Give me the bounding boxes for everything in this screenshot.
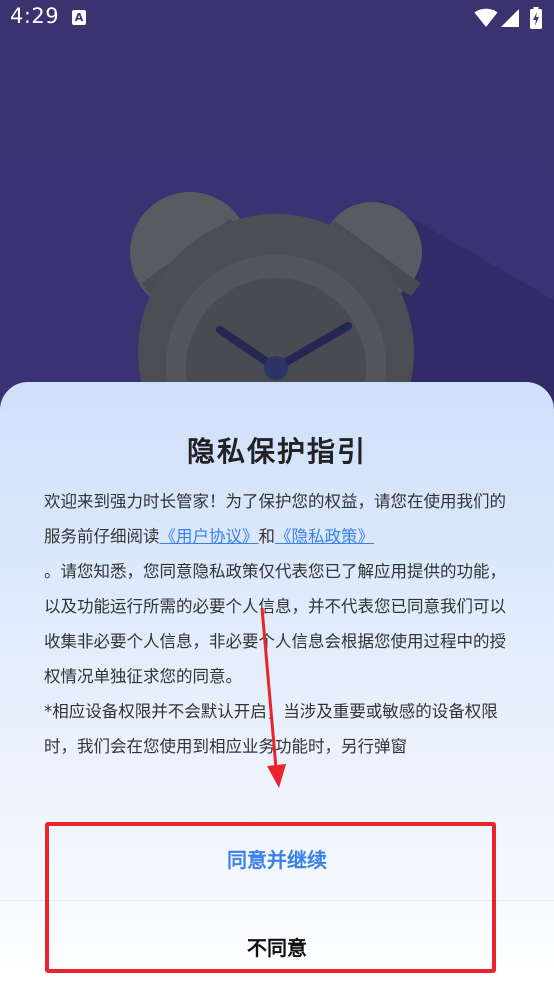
privacy-dialog: 隐私保护指引 欢迎来到强力时长管家！为了保护您的权益，请您在使用我们的服务前仔细…	[0, 382, 554, 984]
button-divider	[0, 900, 554, 901]
status-bar: 4:29 A	[0, 0, 554, 36]
and-text: 和	[258, 527, 276, 546]
privacy-policy-link[interactable]: 《隐私政策》	[275, 527, 374, 546]
privacy-paragraph-2: *相应设备权限并不会默认开启，当涉及重要或敏感的设备权限时，我们会在您使用到相应…	[44, 702, 498, 756]
alarm-clock-illustration	[130, 192, 554, 436]
agree-continue-button[interactable]: 同意并继续	[0, 830, 554, 890]
cell-signal-icon	[501, 9, 519, 27]
battery-charging-icon	[530, 7, 542, 29]
dialog-title: 隐私保护指引	[186, 435, 367, 468]
dialog-body-scroll[interactable]: 欢迎来到强力时长管家！为了保护您的权益，请您在使用我们的服务前仔细阅读《用户协议…	[44, 484, 510, 810]
dialog-buttons: 同意并继续 不同意	[0, 812, 554, 984]
user-agreement-link[interactable]: 《用户协议》	[160, 527, 259, 546]
paragraph-1-tail: 。请您知悉，您同意隐私政策仅代表您已了解应用提供的功能，以及功能运行所需的必要个…	[44, 562, 506, 686]
status-time: 4:29	[10, 4, 60, 28]
disagree-button[interactable]: 不同意	[0, 918, 554, 978]
app-screen: 4:29 A 隐私保护指引 欢迎来到强力时长管家！为了保护您的权益，请您在使用我…	[0, 0, 554, 984]
wifi-icon	[474, 8, 498, 27]
notification-a-icon: A	[72, 10, 86, 25]
privacy-paragraph-1: 欢迎来到强力时长管家！为了保护您的权益，请您在使用我们的服务前仔细阅读《用户协议…	[44, 484, 510, 694]
